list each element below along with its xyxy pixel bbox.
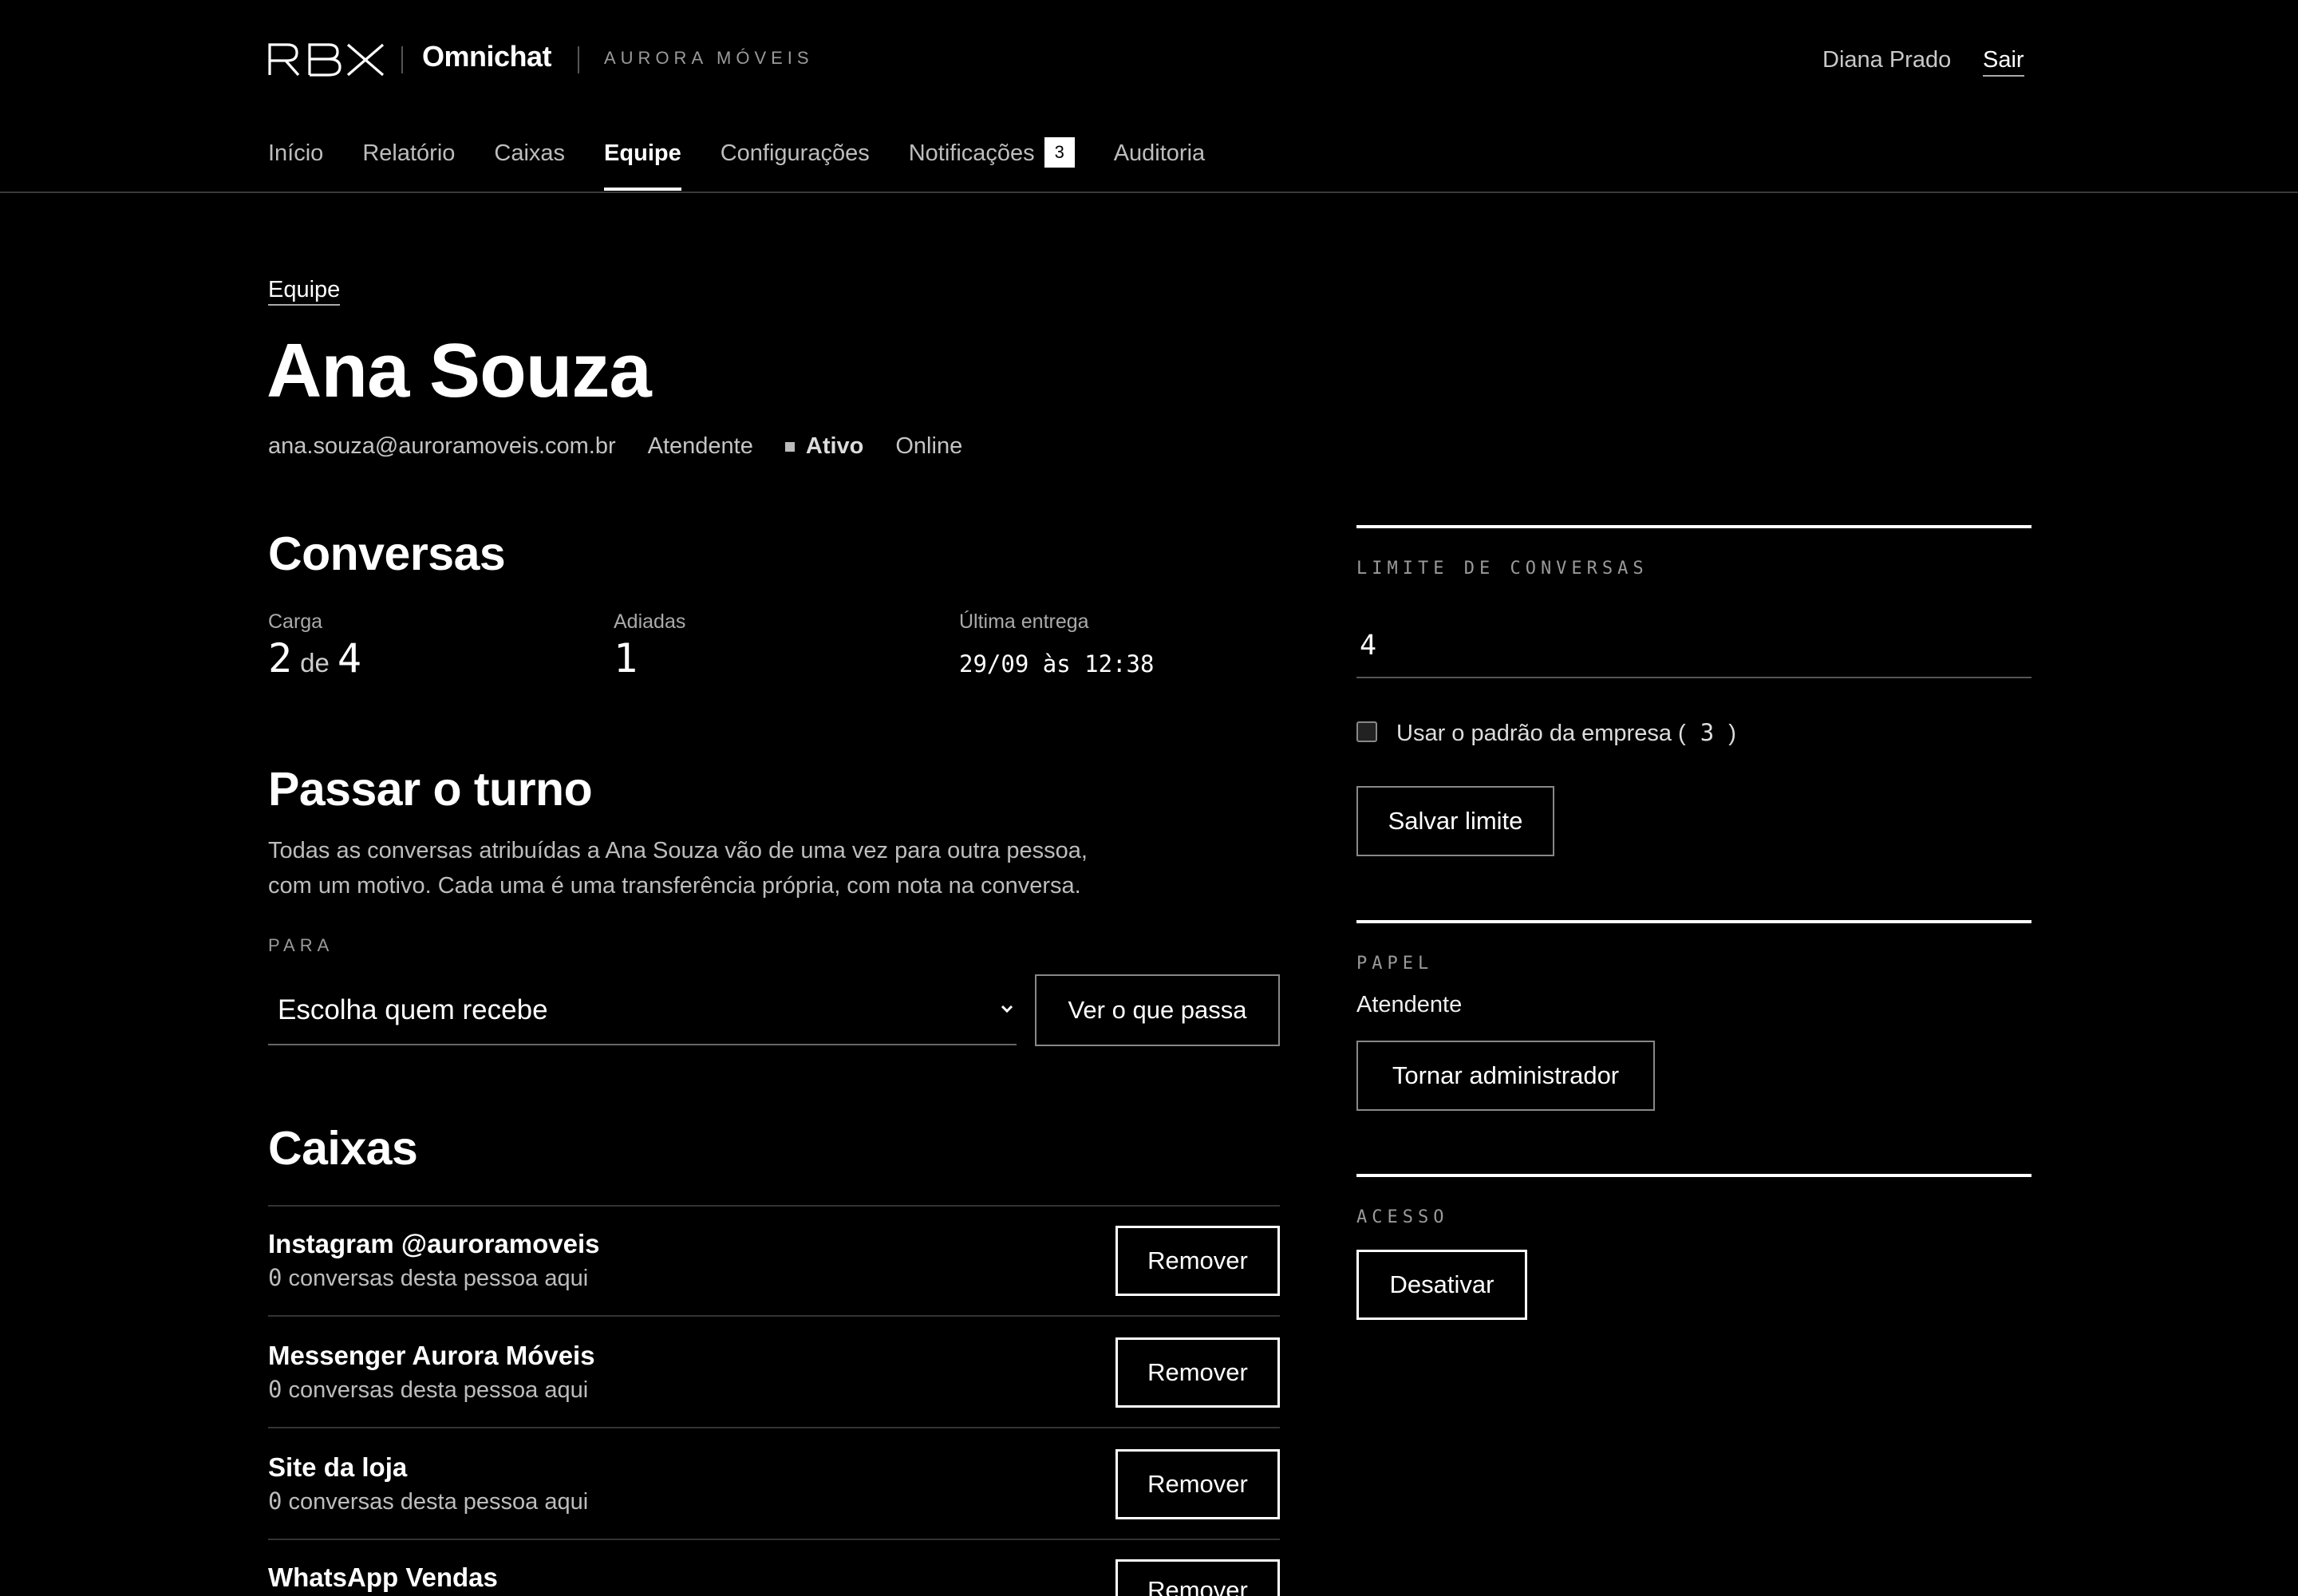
nav-item-relatorio[interactable]: Relatório [362, 140, 455, 192]
load-of: de [300, 648, 330, 678]
use-company-default-label[interactable]: Usar o padrão da empresa ( 3 ) [1396, 719, 1736, 747]
nav-label: Auditoria [1113, 140, 1206, 166]
agent-status: Ativo [805, 433, 864, 459]
company-default-value: 3 [1700, 719, 1715, 746]
inbox-name: WhatsApp Vendas [268, 1562, 498, 1592]
notification-count-badge: 3 [1044, 137, 1075, 168]
inbox-divider [268, 1205, 1280, 1207]
handoff-description: Todas as conversas atribuídas a Ana Souz… [268, 833, 1130, 903]
section-title-caixas: Caixas [268, 1122, 418, 1175]
nav-label: Caixas [494, 140, 566, 166]
handoff-description-line: com um motivo. Cada uma é uma transferên… [268, 873, 1081, 899]
snoozed-label: Adiadas [614, 610, 686, 633]
snoozed-value: 1 [614, 635, 638, 681]
inbox-count-text: conversas desta pessoa aqui [288, 1266, 589, 1291]
nav-item-notificacoes[interactable]: Notificações 3 [908, 137, 1075, 192]
inbox-divider [268, 1427, 1280, 1428]
default-label-prefix: Usar o padrão da empresa ( [1396, 721, 1686, 746]
nav-item-equipe[interactable]: Equipe [604, 140, 681, 192]
limit-value: 4 [1360, 630, 1377, 662]
last-delivery-label: Última entrega [959, 610, 1089, 633]
remove-inbox-button[interactable]: Remover [1115, 1226, 1280, 1296]
inbox-count: 0 conversas desta pessoa aqui [268, 1376, 595, 1404]
nav-label: Equipe [604, 140, 681, 166]
load-value: 2 de 4 [268, 635, 361, 681]
nav-label: Início [268, 140, 324, 166]
select-placeholder: Escolha quem recebe [278, 994, 548, 1025]
inbox-name: Site da loja [268, 1452, 408, 1482]
use-company-default-checkbox[interactable] [1356, 721, 1377, 742]
current-user-name: Diana Prado [1822, 47, 1952, 73]
limit-input[interactable]: 4 [1356, 614, 2031, 678]
nav-label: Configurações [720, 140, 870, 166]
chevron-down-icon [1001, 1005, 1013, 1013]
section-rule [1356, 525, 2031, 528]
inbox-row: WhatsApp Vendas [268, 1562, 498, 1593]
inbox-row: Messenger Aurora Móveis 0 conversas dest… [268, 1341, 595, 1404]
load-max: 4 [337, 635, 361, 681]
inbox-count-number: 0 [268, 1376, 282, 1403]
agent-role: Atendente [647, 433, 753, 459]
inbox-count-text: conversas desta pessoa aqui [288, 1489, 589, 1515]
nav-item-inicio[interactable]: Início [268, 140, 323, 192]
handoff-description-line: Todas as conversas atribuídas a Ana Souz… [268, 838, 1088, 863]
last-delivery-value: 29/09 às 12:38 [959, 650, 1155, 678]
nav-label: Relatório [362, 140, 456, 166]
save-limit-button[interactable]: Salvar limite [1356, 786, 1554, 856]
nav-label: Notificações [908, 140, 1035, 166]
remove-inbox-button[interactable]: Remover [1115, 1559, 1280, 1596]
breadcrumb-equipe[interactable]: Equipe [268, 277, 341, 306]
inbox-count-text: conversas desta pessoa aqui [288, 1377, 589, 1403]
remove-inbox-button[interactable]: Remover [1115, 1337, 1280, 1408]
handoff-recipient-select[interactable]: Escolha quem recebe [268, 977, 1017, 1045]
inbox-divider [268, 1315, 1280, 1317]
access-label: ACESSO [1356, 1207, 1449, 1227]
section-title-conversas: Conversas [268, 527, 506, 580]
inbox-name: Instagram @auroramoveis [268, 1229, 600, 1258]
inbox-count-number: 0 [268, 1487, 282, 1515]
section-rule [1356, 1174, 2031, 1177]
logout-link[interactable]: Sair [1983, 47, 2024, 77]
make-admin-button[interactable]: Tornar administrador [1356, 1041, 1655, 1111]
load-current: 2 [268, 635, 293, 681]
status-badge: Ativo [784, 433, 864, 460]
inbox-divider [268, 1539, 1280, 1540]
nav-item-auditoria[interactable]: Auditoria [1114, 140, 1205, 192]
agent-presence: Online [895, 433, 963, 459]
header-divider [578, 46, 579, 73]
app-name: Omnichat [422, 40, 552, 73]
inbox-name: Messenger Aurora Móveis [268, 1341, 595, 1370]
nav-item-caixas[interactable]: Caixas [494, 140, 565, 192]
header-bottom-border [0, 192, 2298, 193]
remove-inbox-button[interactable]: Remover [1115, 1449, 1280, 1519]
inbox-row: Instagram @auroramoveis 0 conversas dest… [268, 1229, 600, 1292]
preview-handoff-button[interactable]: Ver o que passa [1035, 974, 1280, 1046]
handoff-to-label: PARA [268, 935, 334, 955]
status-square-icon [784, 441, 795, 452]
inbox-count-number: 0 [268, 1264, 282, 1291]
agent-email: ana.souza@auroramoveis.com.br [268, 433, 616, 459]
inbox-count: 0 conversas desta pessoa aqui [268, 1264, 600, 1292]
main-nav: Início Relatório Caixas Equipe Configura… [268, 137, 1244, 192]
nav-item-configuracoes[interactable]: Configurações [721, 140, 870, 192]
section-rule [1356, 920, 2031, 923]
inbox-row: Site da loja 0 conversas desta pessoa aq… [268, 1452, 588, 1515]
company-name: AURORA MÓVEIS [604, 48, 814, 68]
rbx-logo [268, 43, 385, 77]
role-value: Atendente [1356, 992, 1463, 1017]
load-label: Carga [268, 610, 323, 633]
section-title-handoff: Passar o turno [268, 763, 593, 816]
agent-meta: ana.souza@auroramoveis.com.br Atendente … [268, 433, 994, 460]
deactivate-button[interactable]: Desativar [1356, 1250, 1527, 1320]
limit-label: LIMITE DE CONVERSAS [1356, 559, 1648, 579]
role-label: PAPEL [1356, 954, 1434, 974]
inbox-count: 0 conversas desta pessoa aqui [268, 1487, 588, 1515]
default-label-suffix: ) [1728, 721, 1736, 746]
header-divider [401, 46, 403, 73]
page-title: Ana Souza [267, 328, 652, 413]
